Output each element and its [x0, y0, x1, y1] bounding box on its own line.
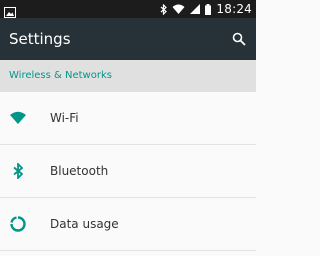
bluetooth-status-icon: [160, 3, 168, 15]
battery-icon: [205, 3, 212, 15]
list-item-wifi[interactable]: Wi-Fi: [0, 92, 256, 145]
list-item-label: Data usage: [50, 217, 119, 231]
wifi-icon: [8, 108, 28, 128]
settings-list: Wi-Fi Bluetooth Data usage: [0, 92, 256, 251]
list-item-label: Wi-Fi: [50, 111, 79, 125]
status-bar-right: 18:24: [155, 0, 252, 18]
list-item-data-usage[interactable]: Data usage: [0, 198, 256, 251]
signal-icon: [190, 4, 201, 14]
page-title: Settings: [9, 30, 71, 48]
section-label: Wireless & Networks: [9, 70, 112, 81]
search-icon[interactable]: [230, 30, 248, 48]
status-bar: 18:24: [0, 0, 256, 18]
list-item-label: Bluetooth: [50, 164, 109, 178]
bluetooth-icon: [8, 161, 28, 181]
status-time: 18:24: [216, 2, 252, 16]
data-usage-icon: [8, 214, 28, 234]
wifi-status-icon: [172, 4, 185, 14]
list-item-bluetooth[interactable]: Bluetooth: [0, 145, 256, 198]
section-header: Wireless & Networks: [0, 60, 256, 92]
app-bar: Settings: [0, 18, 256, 60]
